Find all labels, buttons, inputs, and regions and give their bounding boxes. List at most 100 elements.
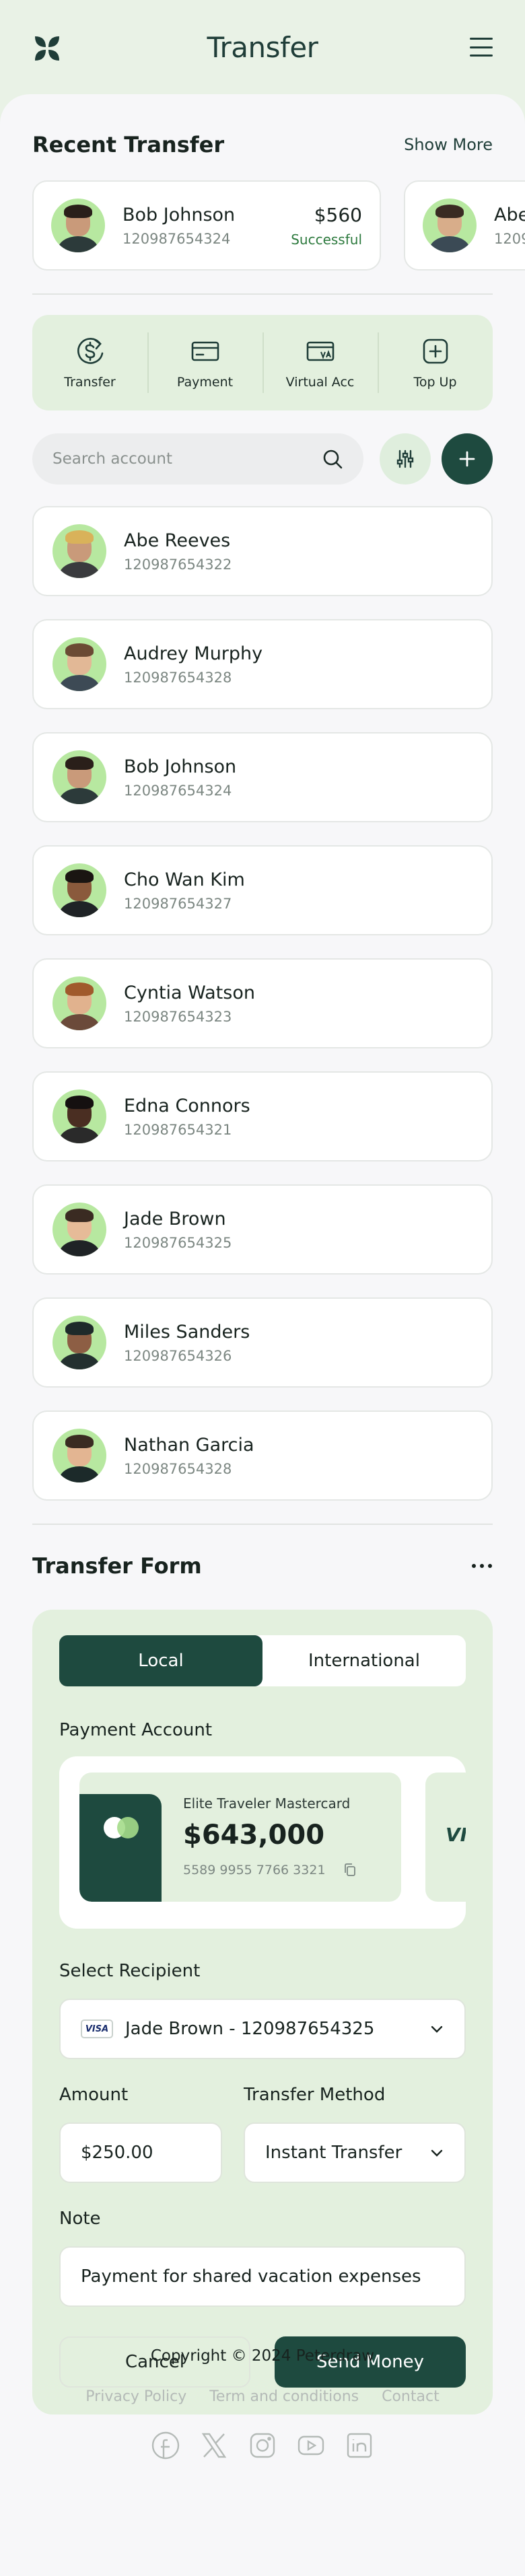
transfer-method-value: Instant Transfer	[265, 2143, 403, 2163]
payment-card-carousel[interactable]: Elite Traveler Mastercard $643,000 5589 …	[59, 1756, 466, 1929]
amount-label: Amount	[59, 2085, 129, 2105]
tab-local[interactable]: Local	[59, 1635, 262, 1686]
virtual-card-icon	[306, 341, 334, 361]
privacy-policy-link[interactable]: Privacy Policy	[85, 2388, 186, 2405]
action-top-up[interactable]: Top Up	[378, 315, 493, 410]
contact-item[interactable]: Edna Connors 120987654321	[32, 1071, 493, 1161]
note-input[interactable]: Payment for shared vacation expenses	[59, 2246, 466, 2307]
add-account-button[interactable]	[442, 433, 493, 485]
contact-account: 120987654327	[124, 895, 232, 912]
avatar	[53, 1429, 106, 1482]
visa-logo: VISA	[446, 1824, 466, 1846]
action-virtual-acc[interactable]: Virtual Acc	[262, 315, 378, 410]
transfer-method-select[interactable]: Instant Transfer	[244, 2122, 466, 2183]
chevron-down-icon	[431, 2026, 443, 2033]
action-label: Virtual Acc	[285, 375, 355, 390]
avatar	[53, 976, 106, 1030]
bank-card[interactable]: Elite Traveler Mastercard $643,000 5589 …	[79, 1773, 401, 1902]
contact-name: Cyntia Watson	[124, 982, 255, 1003]
show-more-link[interactable]: Show More	[404, 135, 493, 154]
contact-account: 120987654326	[124, 1347, 232, 1364]
amount-value: $250.00	[81, 2143, 153, 2163]
recent-transfer-header: Recent Transfer Show More	[32, 132, 493, 157]
facebook-icon[interactable]	[151, 2431, 180, 2460]
recipient-select[interactable]: VISA Jade Brown - 120987654325	[59, 1999, 466, 2059]
chevron-down-icon	[431, 2149, 443, 2157]
recent-transfer-card[interactable]: Abe 12098	[404, 180, 525, 271]
contact-name: Miles Sanders	[124, 1321, 250, 1343]
contact-name: Cho Wan Kim	[124, 869, 245, 890]
recipient-label: Select Recipient	[59, 1961, 201, 1981]
quick-actions: Transfer Payment Virtual Acc Top Up	[32, 315, 493, 410]
linkedin-icon[interactable]	[345, 2431, 374, 2460]
contact-item[interactable]: Cho Wan Kim 120987654327	[32, 845, 493, 935]
recent-name: Bob Johnson	[123, 204, 236, 225]
recent-transfer-carousel[interactable]: Bob Johnson 120987654324 $560 Successful…	[32, 180, 525, 272]
contact-name: Abe Reeves	[124, 530, 231, 551]
contact-item[interactable]: Audrey Murphy 120987654328	[32, 619, 493, 709]
logo-icon[interactable]	[32, 34, 62, 63]
contact-account: 120987654328	[124, 1460, 232, 1477]
transfer-form-title: Transfer Form	[32, 1553, 202, 1579]
payment-account-label: Payment Account	[59, 1720, 213, 1740]
divider	[32, 1524, 493, 1525]
hamburger-menu-icon[interactable]	[470, 38, 493, 57]
contact-link[interactable]: Contact	[382, 2388, 440, 2405]
plus-square-icon	[423, 338, 448, 364]
recent-transfer-title: Recent Transfer	[32, 132, 225, 157]
filter-button[interactable]	[380, 433, 431, 485]
terms-link[interactable]: Term and conditions	[209, 2388, 359, 2405]
transfer-form-header: Transfer Form	[32, 1553, 493, 1579]
avatar	[53, 1089, 106, 1143]
bank-card[interactable]: VISA	[425, 1773, 466, 1902]
footer-links: Privacy Policy Term and conditions Conta…	[0, 2388, 525, 2405]
contact-name: Audrey Murphy	[124, 643, 263, 664]
card-name: Elite Traveler Mastercard	[183, 1795, 351, 1812]
card-number: 5589 9955 7766 3321	[183, 1863, 326, 1877]
action-label: Transfer	[64, 375, 116, 390]
tab-international[interactable]: International	[262, 1635, 466, 1686]
recent-account: 12098	[494, 230, 525, 247]
avatar	[53, 1203, 106, 1256]
card-balance: $643,000	[183, 1820, 325, 1851]
recent-transfer-card[interactable]: Bob Johnson 120987654324 $560 Successful	[32, 180, 381, 271]
avatar	[53, 863, 106, 917]
search-icon[interactable]	[322, 448, 343, 470]
youtube-icon[interactable]	[296, 2431, 326, 2460]
amount-input[interactable]: $250.00	[59, 2122, 222, 2183]
social-links	[0, 2431, 525, 2460]
more-options-icon[interactable]	[471, 1563, 493, 1569]
search-box	[32, 433, 363, 485]
main-content: Recent Transfer Show More Bob Johnson 12…	[0, 94, 525, 2576]
avatar	[53, 637, 106, 691]
avatar	[423, 199, 477, 252]
x-icon[interactable]	[199, 2431, 229, 2460]
contact-item[interactable]: Bob Johnson 120987654324	[32, 732, 493, 822]
avatar	[53, 524, 106, 578]
contact-item[interactable]: Miles Sanders 120987654326	[32, 1297, 493, 1388]
note-value: Payment for shared vacation expenses	[81, 2266, 421, 2287]
contact-account: 120987654325	[124, 1234, 232, 1251]
contact-name: Edna Connors	[124, 1095, 250, 1116]
contact-item[interactable]: Cyntia Watson 120987654323	[32, 958, 493, 1048]
transfer-form: Local International Payment Account Elit…	[32, 1610, 493, 2414]
action-label: Payment	[176, 375, 234, 390]
avatar	[51, 199, 105, 252]
action-transfer[interactable]: Transfer	[32, 315, 147, 410]
contact-item[interactable]: Nathan Garcia 120987654328	[32, 1410, 493, 1501]
instagram-icon[interactable]	[248, 2431, 277, 2460]
contact-name: Nathan Garcia	[124, 1434, 254, 1456]
contact-account: 120987654328	[124, 669, 232, 686]
search-input[interactable]	[53, 450, 322, 468]
contact-name: Bob Johnson	[124, 756, 237, 777]
action-label: Top Up	[413, 375, 457, 390]
contact-item[interactable]: Abe Reeves 120987654322	[32, 506, 493, 596]
copy-icon[interactable]	[343, 1863, 357, 1877]
recent-amount: $560	[314, 203, 362, 226]
contact-item[interactable]: Jade Brown 120987654325	[32, 1184, 493, 1275]
contact-name: Jade Brown	[124, 1208, 226, 1229]
action-payment[interactable]: Payment	[147, 315, 262, 410]
note-label: Note	[59, 2209, 101, 2229]
dollar-transfer-icon	[77, 338, 103, 364]
avatar	[53, 750, 106, 804]
